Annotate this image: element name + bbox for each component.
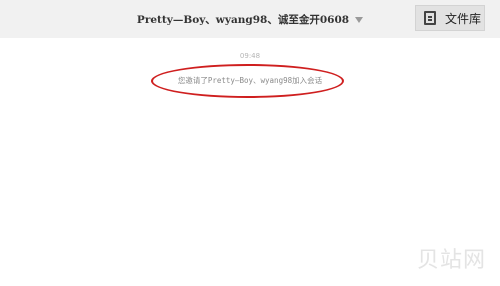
message-timestamp: 09:48 (239, 52, 261, 60)
files-button-label: 文件库 (445, 11, 482, 26)
watermark: 贝站网 (416, 248, 486, 273)
document-icon (424, 11, 436, 25)
highlight-annotation (151, 64, 344, 98)
chat-title: Pretty—Boy、wyang98、诚至金开0608 (136, 13, 350, 26)
files-button[interactable]: 文件库 (415, 5, 485, 31)
chevron-down-icon[interactable] (355, 16, 364, 23)
